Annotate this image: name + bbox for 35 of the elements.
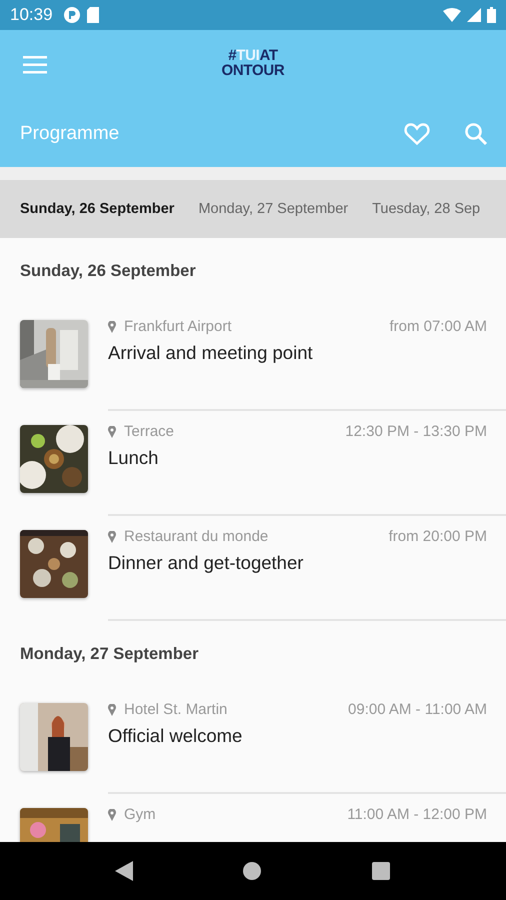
event-title[interactable]: Lunch xyxy=(108,447,487,469)
event-title[interactable]: Official welcome xyxy=(108,725,487,747)
notification-icon xyxy=(62,6,81,24)
event-location: Gym xyxy=(124,806,156,823)
location-pin-icon xyxy=(108,320,116,332)
home-icon[interactable] xyxy=(242,861,262,881)
location-pin-icon xyxy=(108,530,116,542)
location-pin-icon xyxy=(108,808,116,820)
logo: #TUIAT ONTOUR xyxy=(222,48,284,78)
event-location: Restaurant du monde xyxy=(124,528,268,545)
wifi-icon xyxy=(443,8,461,22)
event-time: 09:00 AM - 11:00 AM xyxy=(348,701,487,718)
day-tab[interactable]: Tuesday, 28 Sep xyxy=(360,201,492,217)
sd-card-icon xyxy=(86,7,99,23)
section-heading: Monday, 27 September xyxy=(19,644,200,665)
event-title[interactable]: Dinner and get-together xyxy=(108,552,487,574)
back-icon[interactable] xyxy=(114,861,133,881)
day-tab[interactable]: Monday, 27 September xyxy=(186,201,360,217)
location-pin-icon xyxy=(108,426,116,438)
signal-icon xyxy=(467,8,481,22)
page-title: Programme xyxy=(20,122,120,144)
recents-icon[interactable] xyxy=(371,861,392,881)
day-tab[interactable]: Sunday, 26 September xyxy=(0,201,186,217)
event-time: 12:30 PM - 13:30 PM xyxy=(345,423,487,440)
event-location: Terrace xyxy=(124,423,174,440)
section-heading: Sunday, 26 September xyxy=(19,261,197,282)
battery-icon xyxy=(487,7,496,23)
status-time: 10:39 xyxy=(10,5,53,25)
event-time: 11:00 AM - 12:00 PM xyxy=(347,806,487,823)
event-location: Frankfurt Airport xyxy=(124,318,232,335)
event-title[interactable]: Arrival and meeting point xyxy=(108,342,487,364)
event-time: from 07:00 AM xyxy=(389,318,487,335)
event-location: Hotel St. Martin xyxy=(124,701,228,718)
event-time: from 20:00 PM xyxy=(388,528,487,545)
location-pin-icon xyxy=(108,704,116,716)
